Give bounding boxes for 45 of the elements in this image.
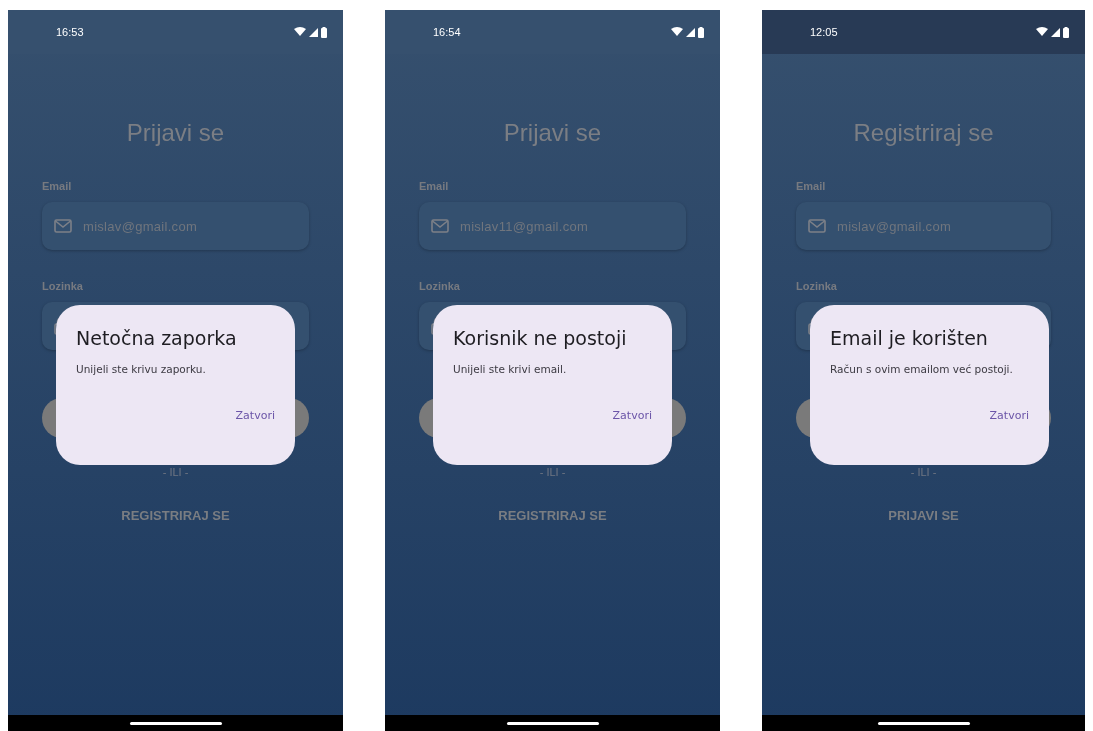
- field-label: Lozinka: [419, 280, 461, 292]
- switch-link[interactable]: REGISTRIRAJ SE: [42, 508, 309, 523]
- switch-link[interactable]: REGISTRIRAJ SE: [419, 508, 686, 523]
- dialog-title: Netočna zaporka: [76, 327, 238, 349]
- mail-icon: [54, 219, 72, 233]
- screen-title: Registriraj se: [852, 119, 995, 147]
- home-handle[interactable]: [129, 721, 222, 725]
- status-time: 16:53: [56, 26, 84, 38]
- field-label: Email: [419, 180, 450, 192]
- divider-text: - ILI -: [909, 466, 938, 478]
- signal-icon: [686, 27, 695, 37]
- home-handle[interactable]: [506, 721, 599, 725]
- divider-text: - ILI -: [161, 466, 190, 478]
- signal-icon: [309, 27, 318, 37]
- close-button[interactable]: Zatvori: [612, 407, 652, 424]
- status-time: 12:05: [810, 26, 838, 38]
- field-label: Lozinka: [42, 280, 84, 292]
- close-button[interactable]: Zatvori: [989, 407, 1029, 424]
- battery-icon: [321, 26, 327, 38]
- email-field[interactable]: mislav@gmail.com: [42, 202, 309, 250]
- dialog-title: Korisnik ne postoji: [453, 327, 628, 349]
- close-button[interactable]: Zatvori: [235, 407, 275, 424]
- battery-icon: [698, 26, 704, 38]
- battery-icon: [1063, 26, 1069, 38]
- wifi-icon: [671, 27, 683, 37]
- divider-text: - ILI -: [538, 466, 567, 478]
- dialog-message: Unijeli ste krivi email.: [453, 363, 568, 375]
- field-label: Lozinka: [796, 280, 838, 292]
- dialog-message: Unijeli ste krivu zaporku.: [76, 363, 207, 375]
- signal-icon: [1051, 27, 1060, 37]
- email-field[interactable]: mislav@gmail.com: [796, 202, 1051, 250]
- wifi-icon: [294, 27, 306, 37]
- field-label: Email: [796, 180, 827, 192]
- dialog-message: Račun s ovim emailom već postoji.: [830, 363, 1014, 375]
- screen-title: Prijavi se: [125, 119, 226, 147]
- field-label: Email: [42, 180, 73, 192]
- status-time: 16:54: [433, 26, 461, 38]
- mail-icon: [431, 219, 449, 233]
- email-field[interactable]: mislav11@gmail.com: [419, 202, 686, 250]
- switch-link[interactable]: PRIJAVI SE: [796, 508, 1051, 523]
- home-handle[interactable]: [877, 721, 970, 725]
- screen-title: Prijavi se: [502, 119, 603, 147]
- dialog-title: Email je korišten: [830, 327, 989, 349]
- mail-icon: [808, 219, 826, 233]
- wifi-icon: [1036, 27, 1048, 37]
